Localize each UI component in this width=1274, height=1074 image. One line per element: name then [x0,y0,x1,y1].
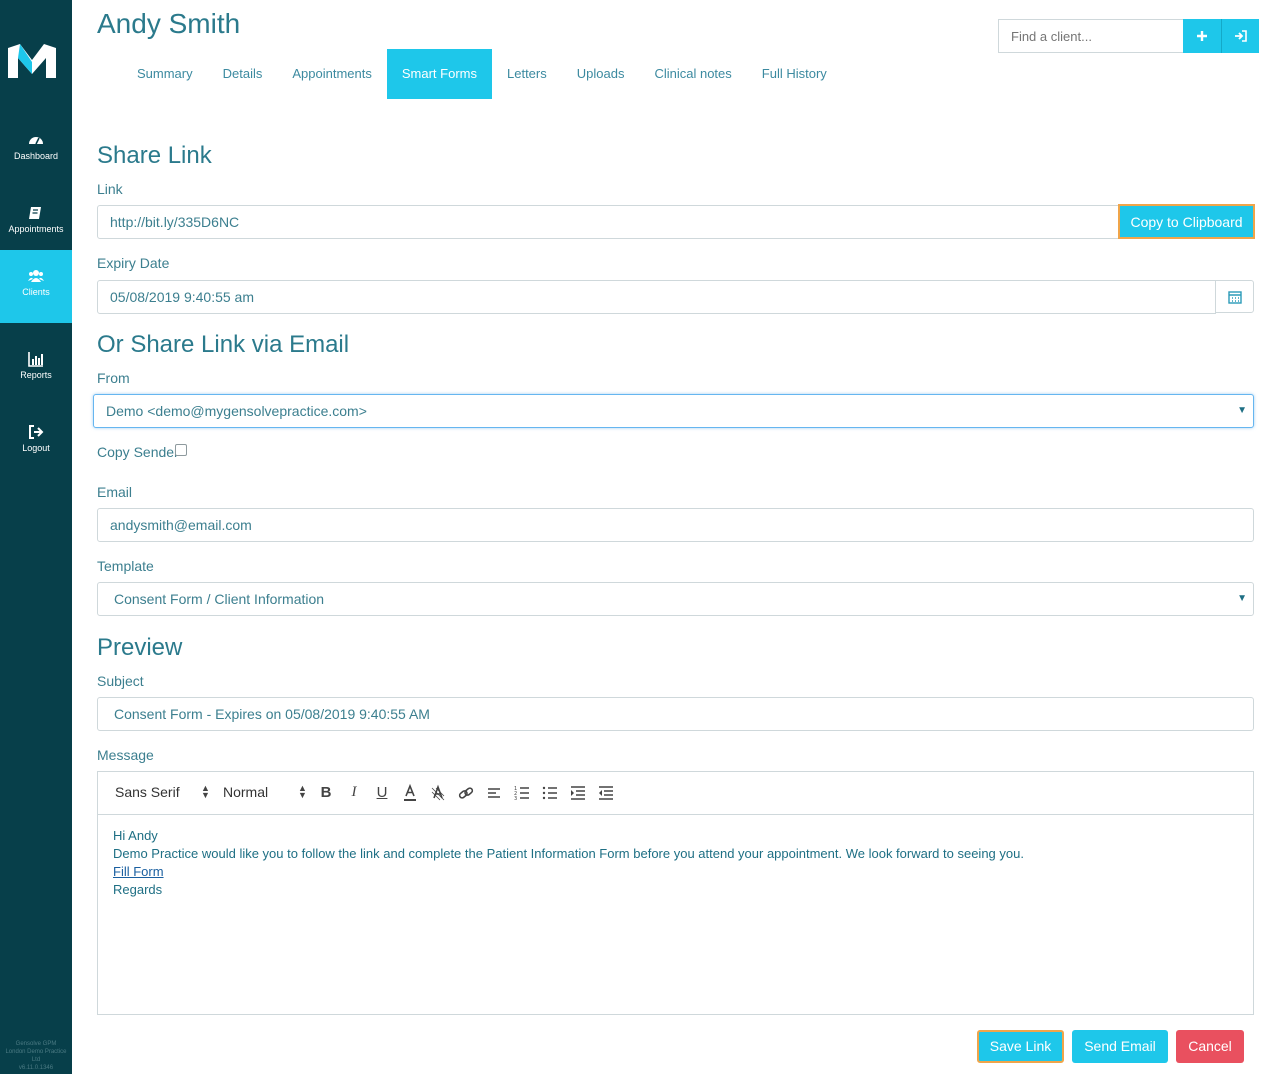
align-icon[interactable] [486,784,502,802]
subject-field[interactable]: Consent Form - Expires on 05/08/2019 9:4… [97,697,1254,731]
link-field[interactable]: http://bit.ly/335D6NC [97,205,1122,239]
sidebar-item-logout[interactable]: Logout [0,406,72,479]
add-client-button[interactable] [1183,19,1221,53]
tab-summary[interactable]: Summary [122,49,208,99]
sidebar-item-label: Clients [22,287,50,297]
message-editor: Sans Serif ▲ ▼ Normal ▲ ▼ B I U 123 Hi A… [97,771,1254,1015]
tab-uploads[interactable]: Uploads [562,49,640,99]
tab-details[interactable]: Details [208,49,278,99]
message-body[interactable]: Hi Andy Demo Practice would like you to … [98,815,1253,911]
italic-icon[interactable]: I [346,784,362,802]
tab-clinical-notes[interactable]: Clinical notes [639,49,746,99]
save-link-button[interactable]: Save Link [977,1030,1064,1063]
book-icon [29,207,41,219]
email-share-title: Or Share Link via Email [97,331,350,358]
sidebar-item-label: Appointments [8,224,64,234]
bullet-list-icon[interactable] [542,784,558,802]
expiry-date-label: Expiry Date [97,255,170,271]
sidebar-item-label: Reports [20,370,52,380]
calendar-icon [1228,291,1242,304]
logout-icon [29,425,44,439]
share-link-title: Share Link [97,142,212,169]
font-select-value: Sans Serif [115,784,180,800]
message-label: Message [97,747,154,763]
bar-chart-icon [28,352,43,367]
find-client-input[interactable] [998,19,1183,53]
plus-icon [1197,31,1207,41]
font-select[interactable]: Sans Serif ▲ ▼ [115,784,210,801]
copy-to-clipboard-button[interactable]: Copy to Clipboard [1118,204,1255,239]
sidebar-item-label: Logout [22,443,50,453]
select-arrows-icon: ▲ ▼ [298,783,307,800]
ordered-list-icon[interactable]: 123 [514,784,530,802]
send-email-button[interactable]: Send Email [1072,1030,1168,1063]
tab-smart-forms[interactable]: Smart Forms [386,49,492,99]
sidebar-item-clients[interactable]: Clients [0,250,72,323]
underline-icon[interactable]: U [374,784,390,802]
chevron-down-icon: ▼ [1237,593,1247,604]
bold-icon[interactable]: B [318,784,334,802]
copy-sender-label: Copy Sender [97,444,179,460]
version-line: London Demo Practice [5,1049,67,1055]
sidebar-item-reports[interactable]: Reports [0,333,72,406]
message-closing: Regards [113,882,163,897]
outdent-icon[interactable] [598,784,614,802]
text-color-icon[interactable] [402,783,418,802]
from-select[interactable]: Demo <demo@mygensolvepractice.com> ▼ [93,394,1254,428]
message-text: Demo Practice would like you to follow t… [113,846,1024,861]
preview-title: Preview [97,634,183,661]
email-label: Email [97,484,133,500]
background-color-icon[interactable] [430,784,446,802]
version-line: v6.11.0.1346 [18,1065,54,1071]
open-client-button[interactable] [1221,19,1259,53]
chevron-down-icon: ▼ [1237,405,1247,416]
editor-toolbar: Sans Serif ▲ ▼ Normal ▲ ▼ B I U 123 [98,772,1253,815]
version-line: Ltd [31,1057,41,1063]
version-info: Gensolve GPM London Demo Practice Ltd v6… [0,1040,72,1072]
email-field[interactable]: andysmith@email.com [97,508,1254,542]
sidebar-item-dashboard[interactable]: Dashboard [0,114,72,187]
fill-form-link[interactable]: Fill Form [113,864,164,879]
indent-icon[interactable] [570,784,586,802]
client-name: Andy Smith [97,8,241,39]
link-label: Link [97,181,123,197]
users-icon [28,270,44,282]
template-value: Consent Form / Client Information [114,591,325,607]
tab-full-history[interactable]: Full History [747,49,842,99]
link-icon[interactable] [458,784,474,802]
sign-in-icon [1235,30,1247,42]
client-tabs: Summary Details Appointments Smart Forms… [122,49,842,99]
sidebar: Dashboard Appointments Clients Reports L… [0,0,72,1074]
subject-label: Subject [97,673,144,689]
size-select[interactable]: Normal ▲ ▼ [223,784,307,801]
from-label: From [97,370,130,386]
tab-appointments[interactable]: Appointments [277,49,387,99]
copy-sender-checkbox[interactable] [175,444,187,456]
select-arrows-icon: ▲ ▼ [201,783,210,800]
version-line: Gensolve GPM [15,1041,57,1047]
size-select-value: Normal [223,784,269,800]
message-greeting: Hi Andy [113,828,158,843]
template-select[interactable]: Consent Form / Client Information ▼ [97,582,1254,616]
cancel-button[interactable]: Cancel [1176,1030,1244,1063]
app-logo [8,44,56,78]
expiry-date-field[interactable]: 05/08/2019 9:40:55 am [97,280,1216,314]
dashboard-icon [29,137,43,145]
calendar-button[interactable] [1215,280,1254,313]
from-value: Demo <demo@mygensolvepractice.com> [106,403,367,419]
tab-letters[interactable]: Letters [492,49,562,99]
sidebar-item-label: Dashboard [13,151,59,161]
svg-text:3: 3 [514,796,517,802]
template-label: Template [97,558,154,574]
